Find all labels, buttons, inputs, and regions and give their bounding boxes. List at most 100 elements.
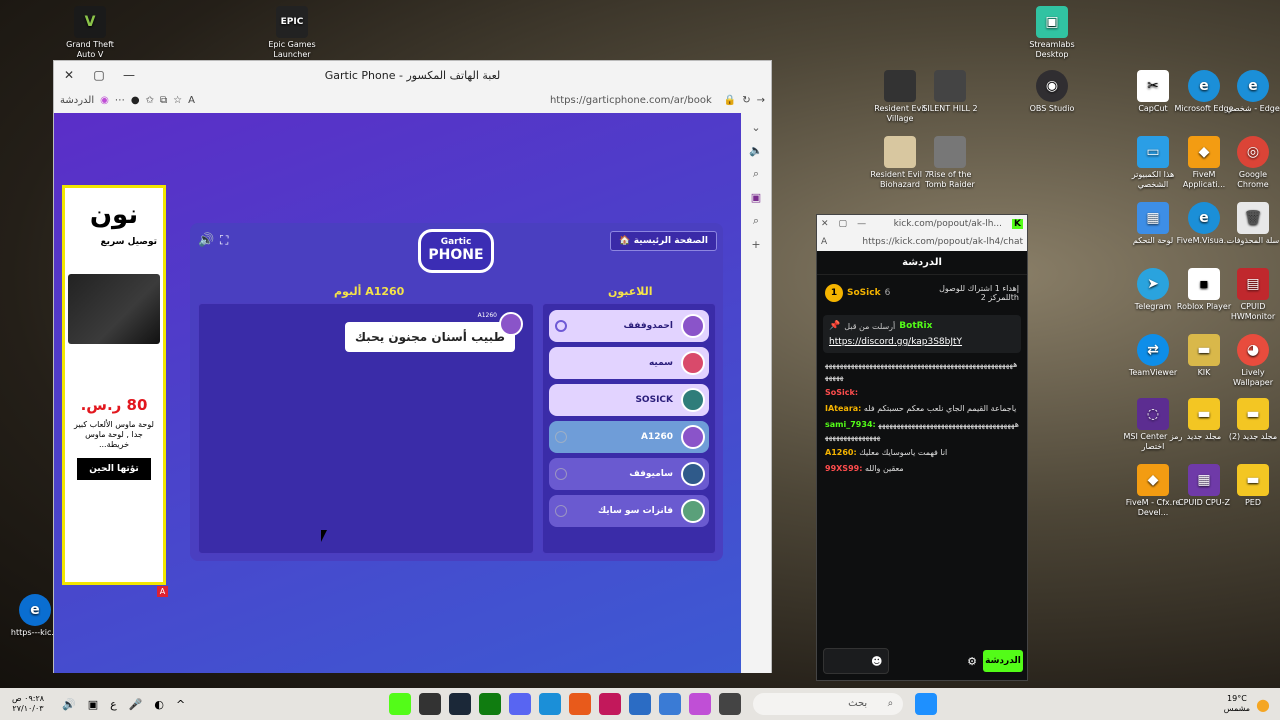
chevron-down-icon[interactable]: ⌄: [751, 121, 760, 134]
more-icon[interactable]: ⋯: [115, 95, 125, 106]
player-name: احمدوففف: [623, 321, 674, 331]
search-icon[interactable]: ⌕: [753, 214, 759, 228]
page-viewport: ﻧﻮن توصيل سريع 80 ر.س. لوحة ماوس الألعاب…: [54, 113, 743, 673]
desktop-icon-lively[interactable]: ◕ Lively Wallpaper: [1222, 334, 1280, 388]
top-gifter: 1 SoSick 6 إهداء 1 اشتراك للوصول للمركز …: [817, 275, 1027, 311]
search-icon: ⌕: [887, 698, 894, 709]
chat-username[interactable]: SoSick:: [825, 388, 858, 397]
desktop-icon-ped[interactable]: ▬ PED: [1222, 464, 1280, 508]
desktop-icon-label: Epic Games Launcher: [268, 40, 316, 59]
refresh-icon[interactable]: ↻: [742, 95, 750, 106]
logo-line2: PHONE: [428, 247, 484, 263]
chat-username[interactable]: sami_7934:: [825, 420, 876, 429]
desktop-icon-edge-personal[interactable]: e شخصي - Edge: [1222, 70, 1280, 114]
sound-icon[interactable]: 🔊: [198, 233, 214, 248]
taskbar-app-icon[interactable]: [389, 693, 412, 715]
mail-icon[interactable]: [629, 693, 652, 715]
chevron-up-icon[interactable]: ^: [176, 698, 185, 711]
kick-player-icon[interactable]: [555, 468, 567, 480]
read-aloud-icon[interactable]: A: [821, 237, 827, 247]
extensions-icon[interactable]: ⧉: [160, 95, 167, 106]
chat-username[interactable]: 99XS99:: [825, 464, 862, 473]
store-icon[interactable]: [659, 693, 682, 715]
speaker-icon[interactable]: 🔈: [749, 144, 763, 157]
streamlabs-icon: ▣: [1036, 6, 1068, 38]
emoji-icon[interactable]: ☻: [871, 655, 882, 668]
desktop-icon-label: Google Chrome: [1237, 170, 1269, 189]
desktop-icon-silent-hill[interactable]: SILENT HILL 2: [919, 70, 981, 114]
folder-icon: ▬: [1188, 398, 1220, 430]
search-box[interactable]: بحث ⌕: [753, 693, 904, 715]
pin-icon[interactable]: 📌: [829, 321, 840, 331]
avatar: [681, 351, 705, 375]
discord-icon[interactable]: [509, 693, 532, 715]
chat-message: 99XS99: معقين والله: [817, 461, 1027, 477]
ad-badge[interactable]: A: [157, 586, 168, 597]
desktop-icon-new-folder-2[interactable]: ▬ (2) مجلد جديد: [1222, 398, 1280, 442]
pinned-link[interactable]: https://discord.gg/kap3S8bJtY: [829, 337, 1015, 347]
url-field[interactable]: https://garticphone.com/ar/book: [201, 95, 718, 106]
windows-start-icon[interactable]: [915, 693, 938, 715]
ad-cta-button[interactable]: تؤتها الحين: [77, 458, 151, 480]
search-icon[interactable]: ⌕: [753, 167, 759, 181]
desktop-icon-streamlabs[interactable]: ▣ Streamlabs Desktop: [1021, 6, 1083, 60]
desktop-icon-chrome[interactable]: ◎ Google Chrome: [1222, 136, 1280, 190]
taskbar-app-icon[interactable]: [599, 693, 622, 715]
minimize-icon[interactable]: —: [857, 219, 866, 229]
xbox-icon[interactable]: [479, 693, 502, 715]
copilot-icon[interactable]: [689, 693, 712, 715]
desktop-icon-obs[interactable]: ◉ OBS Studio: [1021, 70, 1083, 114]
kick-player-icon[interactable]: [555, 505, 567, 517]
maximize-icon[interactable]: ▢: [839, 219, 848, 229]
forward-icon[interactable]: →: [757, 95, 765, 106]
clock-date: ٢٧/١٠/٠٣: [12, 704, 44, 713]
desktop-icon-tomb-raider[interactable]: Rise of the Tomb Raider: [919, 136, 981, 190]
add-icon[interactable]: +: [751, 238, 760, 251]
weather-text: مشمس: [1223, 704, 1251, 713]
advertisement[interactable]: ﻧﻮن توصيل سريع 80 ر.س. لوحة ماوس الألعاب…: [62, 185, 166, 585]
steam-icon[interactable]: [449, 693, 472, 715]
desktop-icon-recycle-bin[interactable]: 🗑 سلة المحذوفات: [1222, 202, 1280, 246]
fullscreen-icon[interactable]: ⛶: [220, 233, 228, 248]
kick-chat-window: ✕ ▢ — kick.com/popout/ak-lh... K A https…: [816, 214, 1028, 681]
top-user[interactable]: SoSick: [847, 288, 881, 298]
edge-icon[interactable]: [539, 693, 562, 715]
pinned-by: أرسلت من قبل: [844, 321, 896, 331]
kick-window-title: kick.com/popout/ak-lh...: [893, 219, 1003, 229]
microphone-icon[interactable]: 🎤: [129, 698, 143, 711]
avatar: [499, 312, 523, 336]
chat-username[interactable]: IAteara:: [825, 404, 861, 413]
favorites-icon[interactable]: ✩: [146, 95, 154, 106]
kick-player-icon[interactable]: [555, 431, 567, 443]
player-row: سميه: [549, 347, 709, 379]
taskbar-app-icon[interactable]: [569, 693, 592, 715]
desktop-icon-label: شخصي - Edge: [1226, 104, 1280, 113]
weather[interactable]: 19°C مشمس: [1224, 694, 1250, 714]
settings-icon[interactable]: ⚙: [967, 655, 977, 668]
profile-icon[interactable]: ●: [131, 95, 140, 106]
desktop-icon-hwmonitor[interactable]: ▤ CPUID HWMonitor: [1222, 268, 1280, 322]
chat-username[interactable]: A1260:: [825, 448, 857, 457]
home-button[interactable]: 🏠 الصفحة الرئيسية: [610, 231, 717, 251]
close-icon[interactable]: ✕: [821, 219, 829, 229]
hwmonitor-icon: ▤: [1237, 268, 1269, 300]
pinned-user[interactable]: BotRix: [899, 321, 932, 331]
chat-text: ياجماعة القيمم الجاي نلعب معكم حسبتكم فل…: [863, 404, 1017, 413]
kick-url[interactable]: https://kick.com/popout/ak-lh4/chat: [862, 237, 1023, 247]
desktop-icon-gta[interactable]: V Grand Theft Auto V: [59, 6, 121, 60]
chat-send-button[interactable]: الدردشة: [983, 650, 1023, 672]
sidebar-app-icon[interactable]: ▣: [751, 191, 761, 204]
read-aloud-icon[interactable]: A: [188, 95, 195, 106]
copilot-button[interactable]: الدردشة: [60, 95, 94, 106]
clock[interactable]: ٠٩:٢٨ ص ٢٧/١٠/٠٣: [0, 694, 56, 714]
network-icon[interactable]: ▣: [88, 698, 98, 711]
wifi-icon[interactable]: ◐: [154, 698, 164, 711]
volume-icon[interactable]: 🔊: [62, 698, 76, 711]
language-indicator[interactable]: ع: [110, 698, 117, 711]
player-row: فانزات سو سايك: [549, 495, 709, 527]
msi-center-icon: ◌: [1137, 398, 1169, 430]
taskbar-app-icon[interactable]: [419, 693, 442, 715]
desktop-icon-epic[interactable]: EPIC Epic Games Launcher: [261, 6, 323, 60]
add-favorite-icon[interactable]: ☆: [173, 95, 182, 106]
file-explorer-icon[interactable]: [719, 693, 742, 715]
